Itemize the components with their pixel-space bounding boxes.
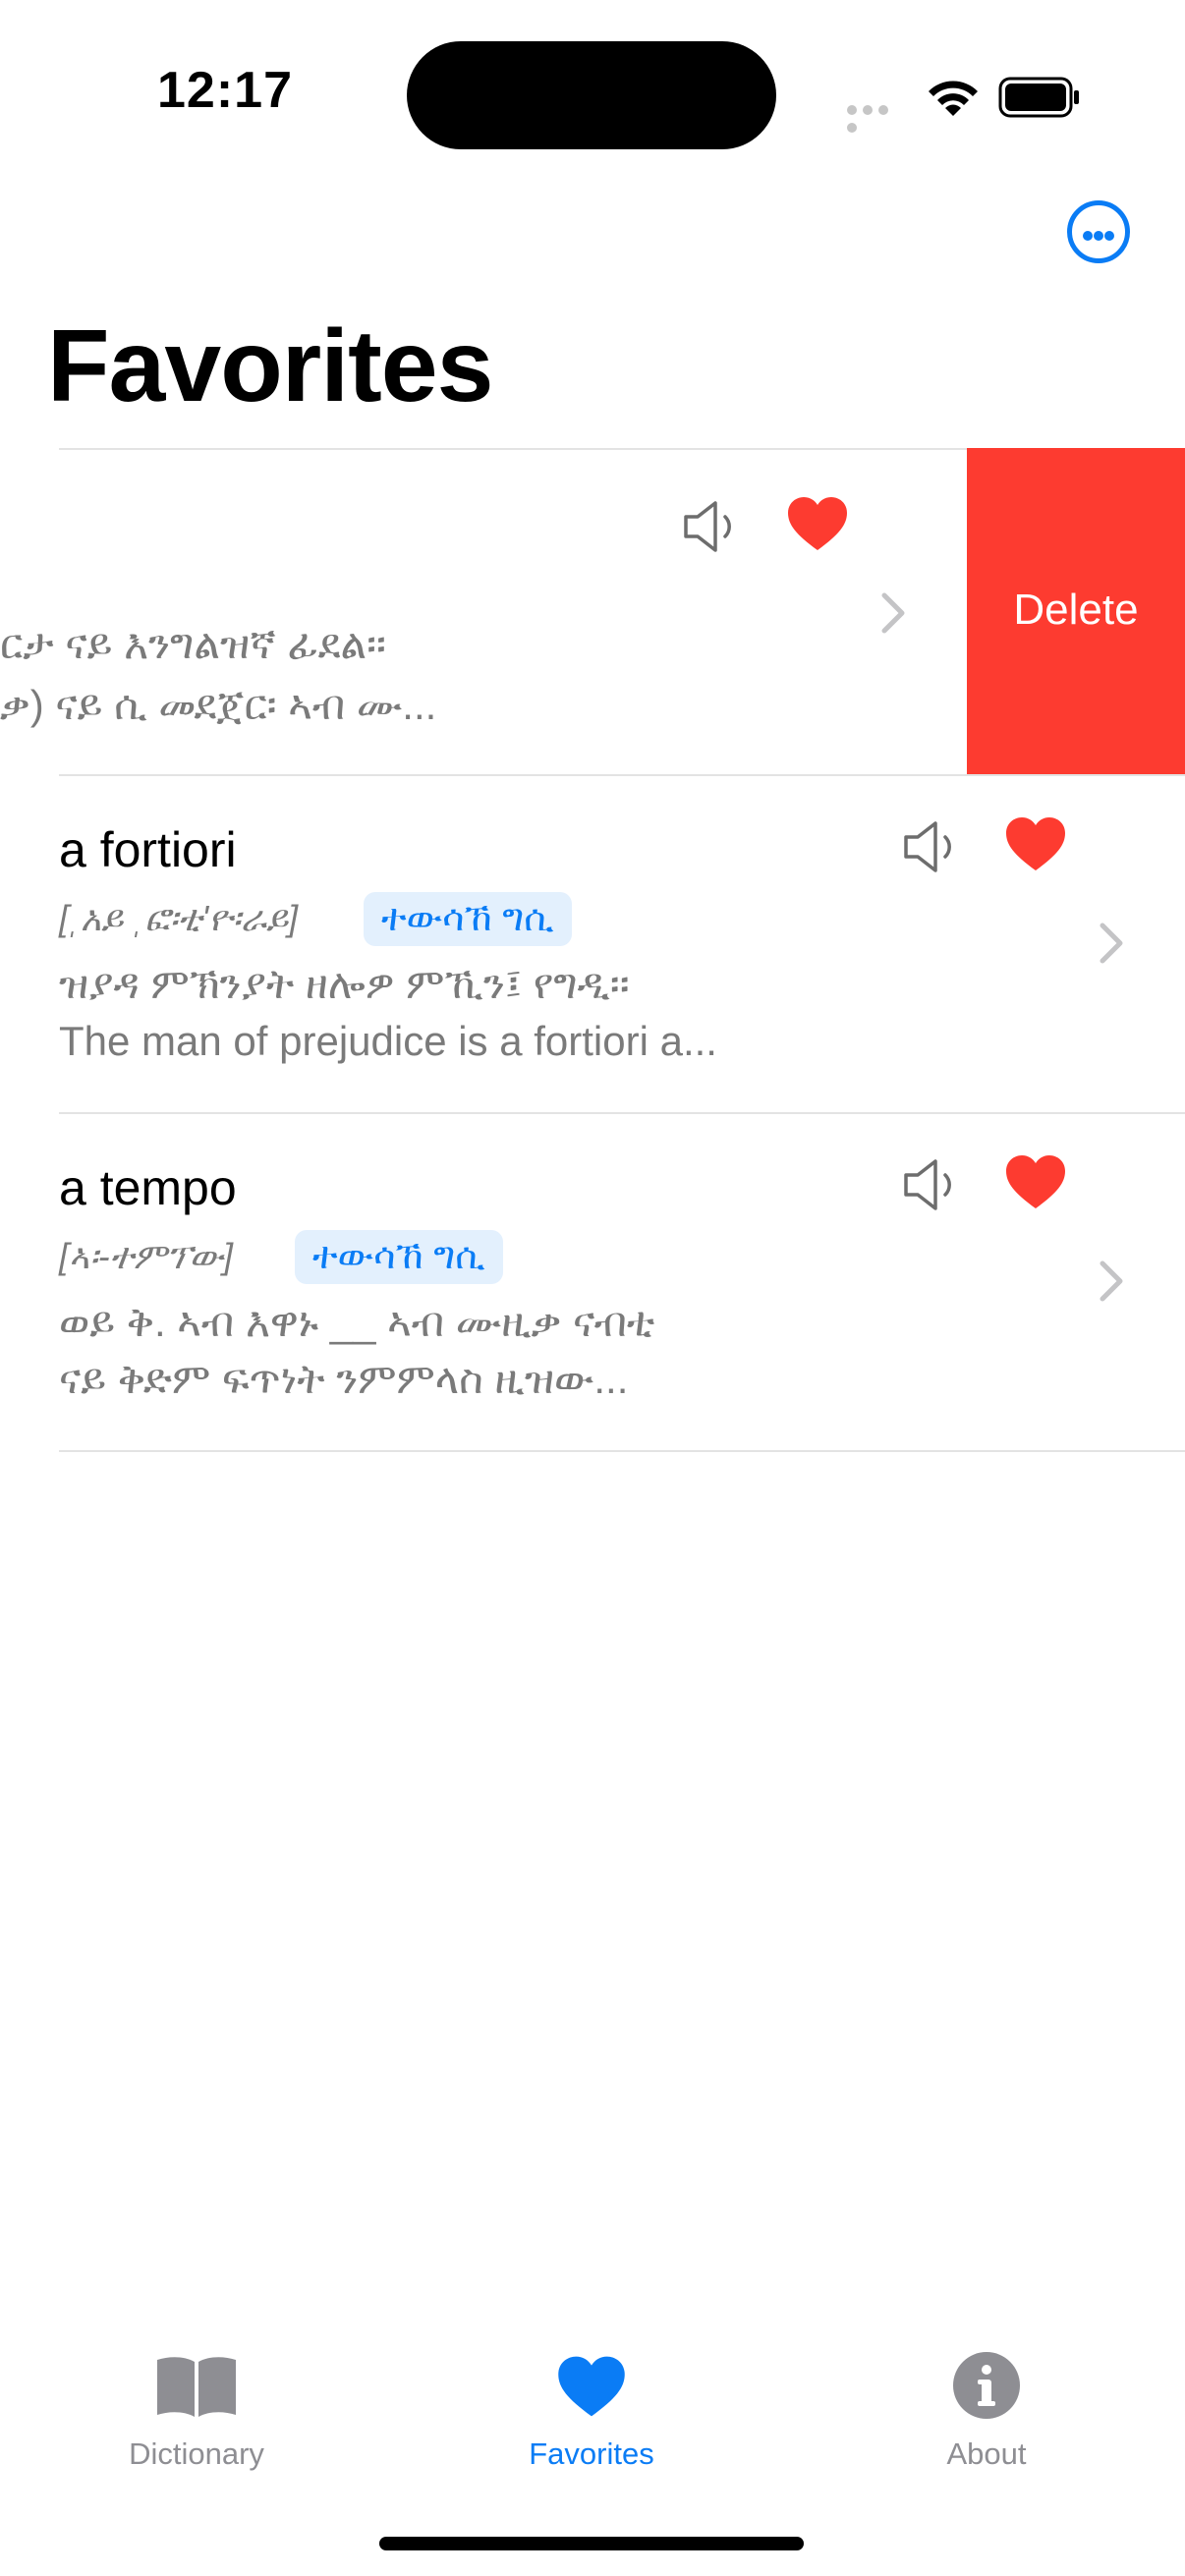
definition-line: ናይ ቅድም ፍጥነት ንምምላስ ዚዝው... bbox=[59, 1356, 629, 1402]
tab-favorites[interactable]: Favorites bbox=[474, 2338, 709, 2476]
book-icon bbox=[157, 2357, 236, 2417]
definition-line: ወይ ቅ. ኣብ እዋኑ __ ኣብ ሙዚቃ ናብቲ bbox=[59, 1299, 655, 1345]
definition-line: The man of prejudice is a fortiori a... bbox=[59, 1018, 717, 1064]
tab-label: About bbox=[946, 2436, 1027, 2471]
more-options-button[interactable] bbox=[1067, 200, 1130, 263]
info-icon bbox=[953, 2352, 1020, 2419]
part-of-speech-badge: ተውሳኸ ግሲ bbox=[295, 1230, 503, 1284]
speaker-icon[interactable] bbox=[902, 1157, 961, 1212]
pronunciation: [ˌአይ ˌፎ፡ቲ'ዮ፡ራይ] bbox=[59, 898, 299, 938]
wifi-icon bbox=[929, 81, 978, 116]
delete-button[interactable]: Delete bbox=[967, 448, 1185, 774]
chevron-right-icon bbox=[881, 592, 905, 634]
battery-icon bbox=[998, 77, 1079, 118]
cellular-signal-icon bbox=[847, 102, 906, 133]
speaker-icon[interactable] bbox=[902, 819, 961, 874]
status-time: 12:17 bbox=[157, 62, 293, 119]
speaker-icon[interactable] bbox=[682, 499, 741, 554]
heart-icon[interactable] bbox=[1004, 1153, 1067, 1210]
heart-icon bbox=[558, 2356, 625, 2417]
tab-about[interactable]: About bbox=[869, 2338, 1104, 2476]
pronunciation: [ኣ፡-ተምፕው] bbox=[59, 1236, 234, 1276]
page-title: Favorites bbox=[47, 309, 493, 423]
heart-icon[interactable] bbox=[1004, 815, 1067, 872]
definition-line: ቃ) ናይ ሲ መደጀር፡ ኣብ ሙ... bbox=[0, 682, 437, 728]
list-item[interactable]: ርታ ናይ እንግልዝኛ ፊደል፡፡ ቃ) ናይ ሲ መደጀር፡ ኣብ ሙ... bbox=[0, 450, 967, 774]
part-of-speech-badge: ተውሳኸ ግሲ bbox=[364, 892, 572, 946]
tab-dictionary[interactable]: Dictionary bbox=[79, 2338, 314, 2476]
list-item[interactable]: a fortiori [ˌአይ ˌፎ፡ቲ'ዮ፡ራይ] ተውሳኸ ግሲ ዝያዳ ም… bbox=[0, 776, 1185, 1112]
dynamic-island bbox=[407, 41, 776, 149]
list-item[interactable]: a tempo [ኣ፡-ተምፕው] ተውሳኸ ግሲ ወይ ቅ. ኣብ እዋኑ _… bbox=[0, 1114, 1185, 1450]
chevron-right-icon bbox=[1100, 1260, 1123, 1302]
tab-label: Favorites bbox=[529, 2436, 654, 2471]
word-title: a tempo bbox=[59, 1160, 237, 1215]
definition-line: ዝያዳ ምኽንያት ዘሎዎ ምኺን፤ የግዲ፡፡ bbox=[59, 961, 630, 1007]
definition-line: ርታ ናይ እንግልዝኛ ፊደል፡፡ bbox=[0, 621, 386, 667]
delete-label: Delete bbox=[1013, 586, 1139, 634]
heart-icon[interactable] bbox=[786, 495, 849, 552]
home-indicator bbox=[379, 2537, 804, 2550]
word-title: a fortiori bbox=[59, 822, 237, 877]
chevron-right-icon bbox=[1100, 923, 1123, 964]
tab-label: Dictionary bbox=[129, 2436, 264, 2471]
list-separator bbox=[59, 1450, 1185, 1452]
